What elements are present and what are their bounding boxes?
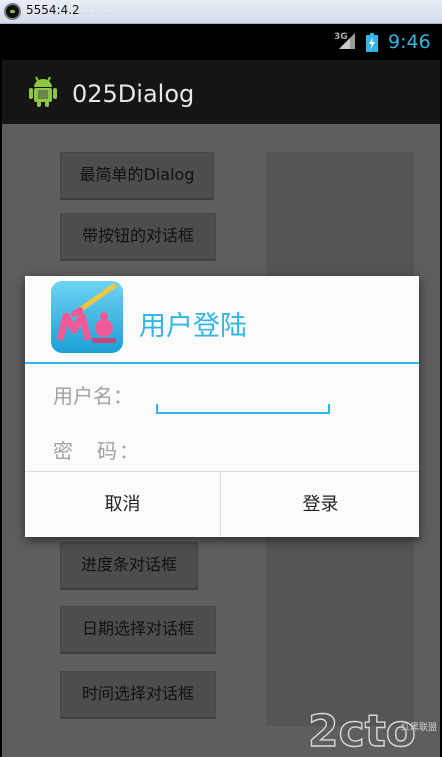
dialog-button-bar: 取消 登录: [25, 471, 419, 537]
cancel-button[interactable]: 取消: [25, 472, 221, 537]
username-field[interactable]: [156, 376, 330, 414]
username-field-edge-left: [156, 404, 158, 412]
emulator-title-bar: 5554:4.2 ... .. ...: [0, 0, 442, 24]
login-button[interactable]: 登录: [222, 472, 419, 537]
username-label: 用户名：: [53, 384, 133, 408]
password-field[interactable]: [156, 428, 330, 466]
emulator-title: 5554:4.2: [26, 3, 80, 17]
password-label: 密 码：: [53, 439, 141, 463]
title-divider: [25, 362, 419, 364]
android-robot-icon[interactable]: [26, 74, 60, 108]
app-title: 025Dialog: [72, 80, 195, 108]
emulator-title-ghost: ... .. ...: [80, 4, 115, 17]
login-dialog: 用户登陆 用户名： 密 码： 取消 登录: [25, 276, 419, 537]
simple-dialog-button[interactable]: 最简单的Dialog: [60, 152, 214, 200]
dialog-title: 用户登陆: [139, 311, 247, 342]
paint-brush-m-icon: [49, 279, 125, 355]
watermark-subtext: 红黑联盟: [401, 721, 437, 733]
status-clock: 9:46: [388, 31, 431, 53]
progress-dialog-button[interactable]: 进度条对话框: [60, 542, 198, 590]
action-bar: 025Dialog: [2, 60, 440, 124]
signal-icon: [339, 33, 355, 49]
username-field-edge-right: [328, 404, 330, 412]
date-picker-dialog-button[interactable]: 日期选择对话框: [60, 606, 216, 654]
button-dialog-button[interactable]: 带按钮的对话框: [60, 213, 216, 261]
battery-icon: [366, 33, 378, 52]
watermark-logo-text: 2cto: [308, 706, 416, 757]
emulator-icon: [4, 3, 21, 20]
time-picker-dialog-button[interactable]: 时间选择对话框: [60, 671, 216, 719]
site-watermark: 2cto 红黑联盟: [307, 705, 437, 757]
